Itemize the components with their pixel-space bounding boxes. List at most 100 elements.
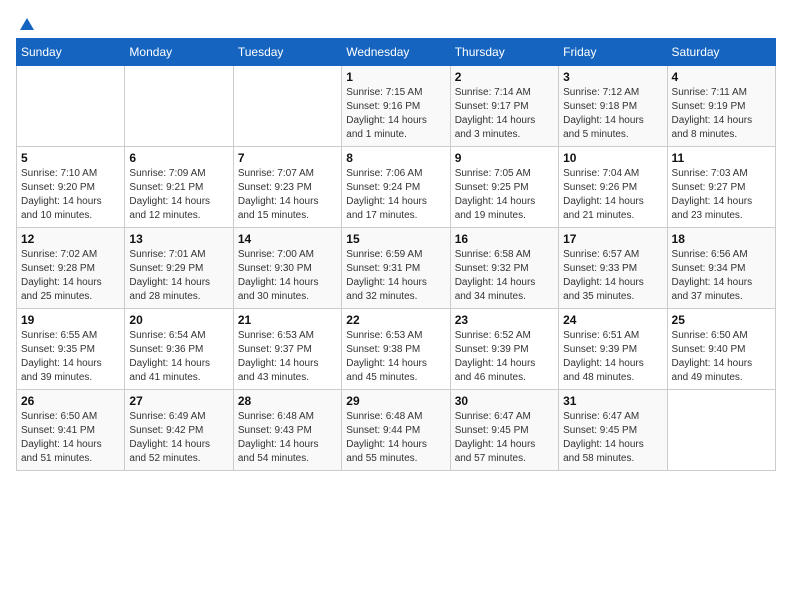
day-number: 1 (346, 70, 445, 84)
calendar-cell: 25 Sunrise: 6:50 AM Sunset: 9:40 PM Dayli… (667, 309, 775, 390)
day-info: Sunrise: 6:48 AM Sunset: 9:43 PM Dayligh… (238, 410, 337, 466)
page-header (16, 16, 776, 30)
day-number: 26 (21, 394, 120, 408)
day-info: Sunrise: 7:00 AM Sunset: 9:30 PM Dayligh… (238, 248, 337, 304)
day-number: 3 (563, 70, 662, 84)
calendar-cell: 3 Sunrise: 7:12 AM Sunset: 9:18 PM Daylig… (559, 66, 667, 147)
calendar-cell: 21Sunrise: 6:53 AM Sunset: 9:37 PM Dayli… (233, 309, 341, 390)
day-number: 28 (238, 394, 337, 408)
day-number: 14 (238, 232, 337, 246)
calendar-cell: 1 Sunrise: 7:15 AM Sunset: 9:16 PM Daylig… (342, 66, 450, 147)
logo (16, 16, 36, 30)
day-number: 4 (672, 70, 771, 84)
day-info: Sunrise: 7:12 AM Sunset: 9:18 PM Dayligh… (563, 86, 662, 142)
column-header-saturday: Saturday (667, 39, 775, 66)
day-info: Sunrise: 7:07 AM Sunset: 9:23 PM Dayligh… (238, 167, 337, 223)
calendar-week-row: 1 Sunrise: 7:15 AM Sunset: 9:16 PM Daylig… (17, 66, 776, 147)
day-info: Sunrise: 6:50 AM Sunset: 9:40 PM Dayligh… (672, 329, 771, 385)
day-info: Sunrise: 6:56 AM Sunset: 9:34 PM Dayligh… (672, 248, 771, 304)
calendar-cell: 10Sunrise: 7:04 AM Sunset: 9:26 PM Dayli… (559, 147, 667, 228)
calendar-cell: 30 Sunrise: 6:47 AM Sunset: 9:45 PM Dayli… (450, 390, 558, 471)
day-number: 5 (21, 151, 120, 165)
calendar-cell (667, 390, 775, 471)
calendar-cell: 8Sunrise: 7:06 AM Sunset: 9:24 PM Daylig… (342, 147, 450, 228)
calendar-cell: 2 Sunrise: 7:14 AM Sunset: 9:17 PM Daylig… (450, 66, 558, 147)
calendar-cell: 27 Sunrise: 6:49 AM Sunset: 9:42 PM Dayli… (125, 390, 233, 471)
day-info: Sunrise: 6:47 AM Sunset: 9:45 PM Dayligh… (563, 410, 662, 466)
day-info: Sunrise: 6:48 AM Sunset: 9:44 PM Dayligh… (346, 410, 445, 466)
day-number: 18 (672, 232, 771, 246)
calendar-cell: 22 Sunrise: 6:53 AM Sunset: 9:38 PM Dayli… (342, 309, 450, 390)
calendar-cell: 26 Sunrise: 6:50 AM Sunset: 9:41 PM Dayli… (17, 390, 125, 471)
calendar-cell: 16Sunrise: 6:58 AM Sunset: 9:32 PM Dayli… (450, 228, 558, 309)
day-info: Sunrise: 7:10 AM Sunset: 9:20 PM Dayligh… (21, 167, 120, 223)
day-info: Sunrise: 7:11 AM Sunset: 9:19 PM Dayligh… (672, 86, 771, 142)
column-header-thursday: Thursday (450, 39, 558, 66)
day-info: Sunrise: 6:53 AM Sunset: 9:37 PM Dayligh… (238, 329, 337, 385)
calendar-header-row: SundayMondayTuesdayWednesdayThursdayFrid… (17, 39, 776, 66)
day-info: Sunrise: 6:59 AM Sunset: 9:31 PM Dayligh… (346, 248, 445, 304)
day-info: Sunrise: 7:05 AM Sunset: 9:25 PM Dayligh… (455, 167, 554, 223)
calendar-cell: 17Sunrise: 6:57 AM Sunset: 9:33 PM Dayli… (559, 228, 667, 309)
day-number: 27 (129, 394, 228, 408)
day-info: Sunrise: 7:14 AM Sunset: 9:17 PM Dayligh… (455, 86, 554, 142)
calendar-cell: 6Sunrise: 7:09 AM Sunset: 9:21 PM Daylig… (125, 147, 233, 228)
day-info: Sunrise: 6:55 AM Sunset: 9:35 PM Dayligh… (21, 329, 120, 385)
calendar-body: 1 Sunrise: 7:15 AM Sunset: 9:16 PM Daylig… (17, 66, 776, 471)
calendar-cell: 5 Sunrise: 7:10 AM Sunset: 9:20 PM Daylig… (17, 147, 125, 228)
calendar-cell: 28 Sunrise: 6:48 AM Sunset: 9:43 PM Dayli… (233, 390, 341, 471)
column-header-monday: Monday (125, 39, 233, 66)
day-number: 19 (21, 313, 120, 327)
day-info: Sunrise: 7:03 AM Sunset: 9:27 PM Dayligh… (672, 167, 771, 223)
day-info: Sunrise: 6:52 AM Sunset: 9:39 PM Dayligh… (455, 329, 554, 385)
day-number: 30 (455, 394, 554, 408)
calendar-cell: 4 Sunrise: 7:11 AM Sunset: 9:19 PM Daylig… (667, 66, 775, 147)
day-info: Sunrise: 7:02 AM Sunset: 9:28 PM Dayligh… (21, 248, 120, 304)
column-header-sunday: Sunday (17, 39, 125, 66)
day-number: 13 (129, 232, 228, 246)
day-number: 2 (455, 70, 554, 84)
column-header-tuesday: Tuesday (233, 39, 341, 66)
day-number: 17 (563, 232, 662, 246)
calendar-cell: 14 Sunrise: 7:00 AM Sunset: 9:30 PM Dayli… (233, 228, 341, 309)
day-info: Sunrise: 6:53 AM Sunset: 9:38 PM Dayligh… (346, 329, 445, 385)
day-info: Sunrise: 7:06 AM Sunset: 9:24 PM Dayligh… (346, 167, 445, 223)
calendar-cell: 13 Sunrise: 7:01 AM Sunset: 9:29 PM Dayli… (125, 228, 233, 309)
day-number: 20 (129, 313, 228, 327)
calendar-cell (233, 66, 341, 147)
logo-icon (18, 16, 36, 34)
calendar-cell (17, 66, 125, 147)
day-number: 31 (563, 394, 662, 408)
column-header-wednesday: Wednesday (342, 39, 450, 66)
calendar-cell: 23 Sunrise: 6:52 AM Sunset: 9:39 PM Dayli… (450, 309, 558, 390)
day-number: 10 (563, 151, 662, 165)
day-number: 7 (238, 151, 337, 165)
day-number: 25 (672, 313, 771, 327)
calendar-cell: 18 Sunrise: 6:56 AM Sunset: 9:34 PM Dayli… (667, 228, 775, 309)
day-info: Sunrise: 6:50 AM Sunset: 9:41 PM Dayligh… (21, 410, 120, 466)
calendar-week-row: 12Sunrise: 7:02 AM Sunset: 9:28 PM Dayli… (17, 228, 776, 309)
calendar-cell: 15Sunrise: 6:59 AM Sunset: 9:31 PM Dayli… (342, 228, 450, 309)
day-number: 22 (346, 313, 445, 327)
day-info: Sunrise: 7:01 AM Sunset: 9:29 PM Dayligh… (129, 248, 228, 304)
calendar-cell (125, 66, 233, 147)
calendar-cell: 9Sunrise: 7:05 AM Sunset: 9:25 PM Daylig… (450, 147, 558, 228)
calendar-table: SundayMondayTuesdayWednesdayThursdayFrid… (16, 38, 776, 471)
calendar-cell: 11 Sunrise: 7:03 AM Sunset: 9:27 PM Dayli… (667, 147, 775, 228)
day-number: 16 (455, 232, 554, 246)
day-number: 23 (455, 313, 554, 327)
day-info: Sunrise: 7:09 AM Sunset: 9:21 PM Dayligh… (129, 167, 228, 223)
column-header-friday: Friday (559, 39, 667, 66)
day-info: Sunrise: 6:49 AM Sunset: 9:42 PM Dayligh… (129, 410, 228, 466)
calendar-cell: 31 Sunrise: 6:47 AM Sunset: 9:45 PM Dayli… (559, 390, 667, 471)
calendar-cell: 19 Sunrise: 6:55 AM Sunset: 9:35 PM Dayli… (17, 309, 125, 390)
day-info: Sunrise: 7:15 AM Sunset: 9:16 PM Dayligh… (346, 86, 445, 142)
day-number: 29 (346, 394, 445, 408)
calendar-cell: 12Sunrise: 7:02 AM Sunset: 9:28 PM Dayli… (17, 228, 125, 309)
day-info: Sunrise: 6:47 AM Sunset: 9:45 PM Dayligh… (455, 410, 554, 466)
day-number: 11 (672, 151, 771, 165)
calendar-week-row: 5 Sunrise: 7:10 AM Sunset: 9:20 PM Daylig… (17, 147, 776, 228)
day-info: Sunrise: 6:51 AM Sunset: 9:39 PM Dayligh… (563, 329, 662, 385)
calendar-cell: 7 Sunrise: 7:07 AM Sunset: 9:23 PM Daylig… (233, 147, 341, 228)
day-info: Sunrise: 6:54 AM Sunset: 9:36 PM Dayligh… (129, 329, 228, 385)
